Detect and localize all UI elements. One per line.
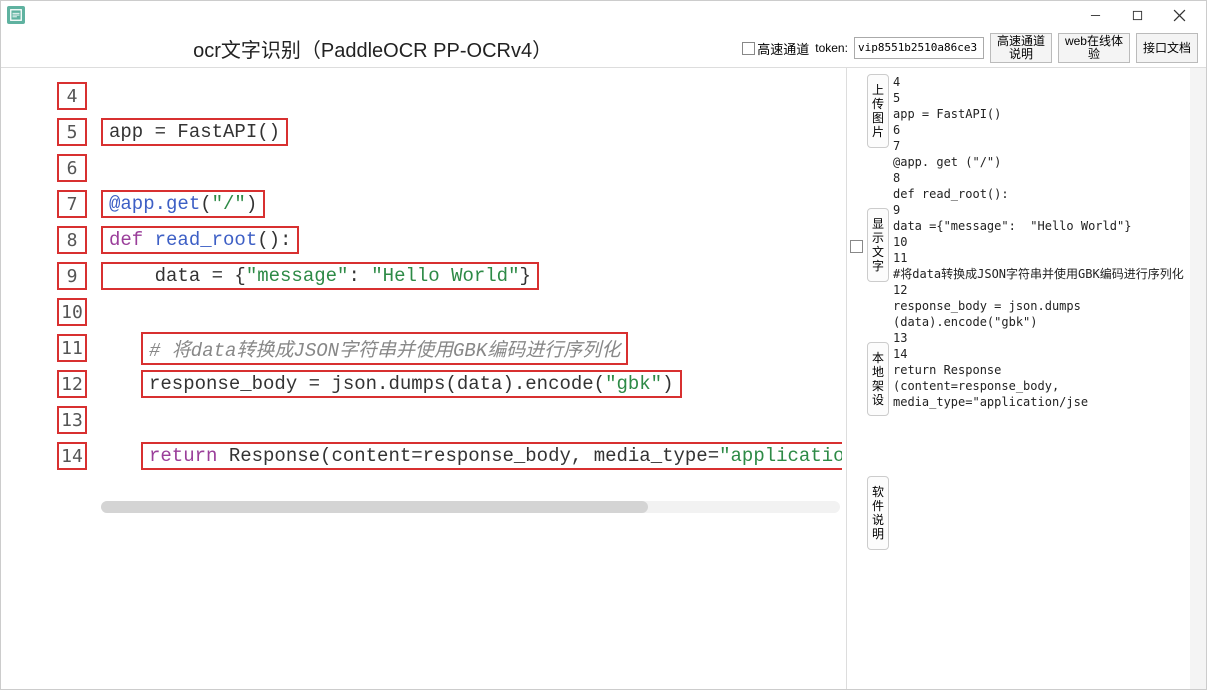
maximize-button[interactable] — [1116, 3, 1158, 27]
code-line: 9 data = {"message": "Hello World"} — [9, 258, 842, 294]
line-number: 9 — [57, 262, 87, 290]
line-number: 14 — [57, 442, 87, 470]
right-panel: 上传图片 显示文字 本地架设 软件说明 4 5 app = FastAPI() … — [846, 68, 1206, 689]
checkbox-icon — [742, 42, 755, 55]
close-button[interactable] — [1158, 3, 1200, 27]
token-label: token: — [815, 41, 848, 55]
titlebar — [1, 1, 1206, 29]
highspeed-label: 高速通道 — [757, 39, 809, 58]
code-line: 12 response_body = json.dumps(data).encod… — [9, 366, 842, 402]
code-hscrollbar-thumb[interactable] — [101, 501, 648, 513]
code-panel: 4 5 app = FastAPI() 6 7 @app.get("/") 8 def rea… — [1, 68, 846, 689]
code-line: 13 — [9, 402, 842, 438]
code-inner: 4 5 app = FastAPI() 6 7 @app.get("/") 8 def rea… — [9, 78, 842, 685]
code-line: 10 — [9, 294, 842, 330]
minimize-button[interactable] — [1074, 3, 1116, 27]
api-doc-button[interactable]: 接口文档 — [1136, 33, 1198, 63]
main-area: 4 5 app = FastAPI() 6 7 @app.get("/") 8 def rea… — [1, 67, 1206, 689]
show-text-button[interactable]: 显示文字 — [867, 208, 889, 282]
side-button-column: 上传图片 显示文字 本地架设 软件说明 — [865, 68, 891, 689]
code-line: 14 return Response(content=response_body,… — [9, 438, 842, 474]
code-text: app = FastAPI() — [101, 118, 288, 146]
upload-image-button[interactable]: 上传图片 — [867, 74, 889, 148]
line-number: 6 — [57, 154, 87, 182]
code-text: return Response(content=response_body, m… — [141, 442, 842, 470]
code-line: 6 — [9, 150, 842, 186]
line-number: 12 — [57, 370, 87, 398]
showtext-checkbox[interactable] — [850, 240, 863, 253]
code-text: def read_root(): — [101, 226, 299, 254]
highspeed-help-button[interactable]: 高速通道 说明 — [990, 33, 1052, 63]
page-title: ocr文字识别（PaddleOCR PP-OCRv4） — [9, 34, 736, 63]
code-text: @app.get("/") — [101, 190, 265, 218]
ocr-output-panel[interactable]: 4 5 app = FastAPI() 6 7 @app. get ("/") … — [891, 68, 1190, 689]
line-number: 10 — [57, 298, 87, 326]
header-bar: ocr文字识别（PaddleOCR PP-OCRv4） 高速通道 token: … — [1, 29, 1206, 67]
code-line: 7 @app.get("/") — [9, 186, 842, 222]
line-number: 8 — [57, 226, 87, 254]
code-line: 4 — [9, 78, 842, 114]
line-number: 5 — [57, 118, 87, 146]
web-check-button[interactable]: web在线体 验 — [1058, 33, 1130, 63]
line-number: 13 — [57, 406, 87, 434]
code-hscrollbar[interactable] — [101, 501, 840, 513]
code-line: 5 app = FastAPI() — [9, 114, 842, 150]
code-text: # 将data转换成JSON字符串并使用GBK编码进行序列化 — [141, 332, 628, 365]
code-line: 11 # 将data转换成JSON字符串并使用GBK编码进行序列化 — [9, 330, 842, 366]
showtext-check-col — [847, 68, 865, 689]
highspeed-checkbox[interactable]: 高速通道 — [742, 39, 809, 58]
app-icon — [7, 6, 25, 24]
code-line: 8 def read_root(): — [9, 222, 842, 258]
line-number: 7 — [57, 190, 87, 218]
local-setup-button[interactable]: 本地架设 — [867, 342, 889, 416]
token-field[interactable]: vip8551b2510a86ce3 — [854, 37, 984, 59]
line-number: 4 — [57, 82, 87, 110]
code-text: response_body = json.dumps(data).encode(… — [141, 370, 682, 398]
app-window: ocr文字识别（PaddleOCR PP-OCRv4） 高速通道 token: … — [0, 0, 1207, 690]
output-vscrollbar[interactable] — [1190, 68, 1206, 689]
software-help-button[interactable]: 软件说明 — [867, 476, 889, 550]
code-text: data = {"message": "Hello World"} — [101, 262, 539, 290]
line-number: 11 — [57, 334, 87, 362]
